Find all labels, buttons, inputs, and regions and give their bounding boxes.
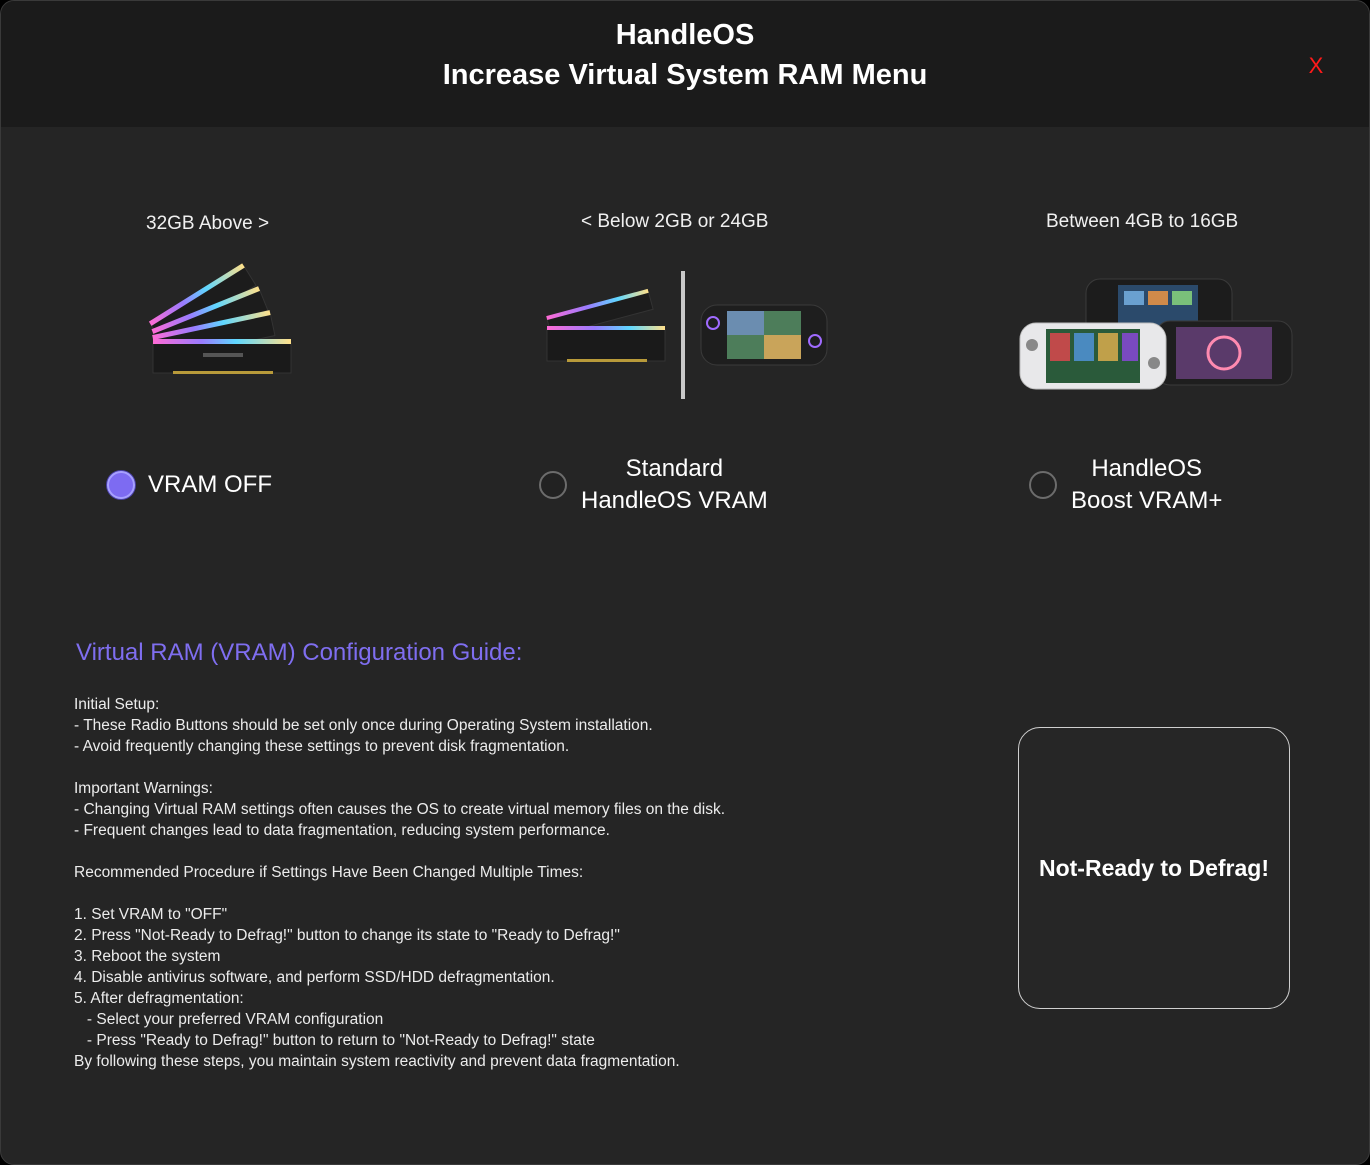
radio-label-line: HandleOS (1091, 455, 1203, 482)
ram-and-handheld-image (546, 271, 828, 399)
radio-label-line: HandleOS VRAM (581, 487, 768, 514)
option-standard-caption: < Below 2GB or 24GB (581, 211, 769, 232)
rgb-ram-image (148, 263, 292, 374)
handheld-consoles-image (1019, 278, 1293, 390)
radio-label-standard-vram: Standard HandleOS VRAM (581, 453, 768, 517)
app-title: HandleOS (615, 19, 755, 51)
radio-boost-vram[interactable]: HandleOS Boost VRAM+ (1029, 453, 1222, 517)
defrag-button-label: Not-Ready to Defrag! (1038, 854, 1269, 881)
guide-text: Initial Setup: - These Radio Buttons sho… (74, 696, 726, 1070)
close-button[interactable]: X (1301, 51, 1331, 81)
radio-standard-vram[interactable]: Standard HandleOS VRAM (539, 453, 768, 517)
radio-indicator-checked[interactable] (107, 471, 135, 499)
radio-indicator-unchecked[interactable] (539, 471, 567, 499)
radio-label-line: Boost VRAM+ (1071, 487, 1223, 514)
radio-label-boost-vram: HandleOS Boost VRAM+ (1071, 453, 1222, 517)
radio-vram-off[interactable]: VRAM OFF (107, 469, 272, 501)
radio-label-vram-off: VRAM OFF (148, 469, 272, 501)
settings-window: HandleOS Increase Virtual System RAM Men… (0, 0, 1370, 1165)
title-bar: HandleOS Increase Virtual System RAM Men… (1, 1, 1369, 127)
radio-indicator-unchecked[interactable] (1029, 471, 1057, 499)
menu-title: Increase Virtual System RAM Menu (442, 59, 928, 91)
option-off-caption: 32GB Above > (146, 213, 270, 234)
defrag-toggle-button[interactable]: Not-Ready to Defrag! (1018, 727, 1290, 1009)
radio-label-line: Standard (625, 455, 724, 482)
option-boost-caption: Between 4GB to 16GB (1046, 211, 1239, 232)
guide-title: Virtual RAM (VRAM) Configuration Guide: (76, 639, 523, 666)
radio-label-line: VRAM OFF (148, 471, 272, 498)
